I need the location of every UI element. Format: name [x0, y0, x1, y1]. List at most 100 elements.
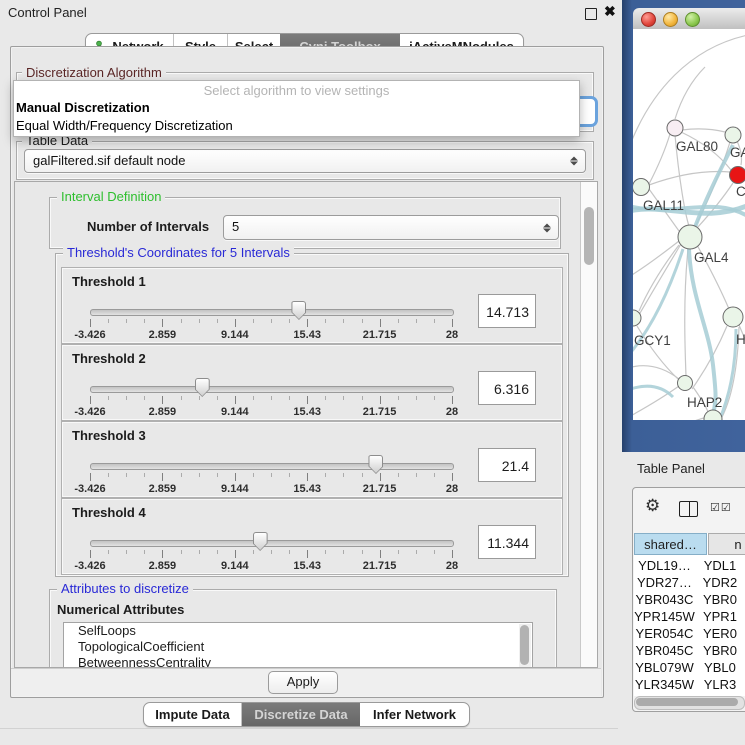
threshold-label: Threshold 3 [72, 428, 146, 443]
number-of-intervals-combobox[interactable]: 5 [223, 215, 559, 240]
node-label: HAP2 [687, 395, 722, 410]
table-rows: YDL19…YDL1YDR27…YDR2YBR043CYBR0YPR145WYP… [634, 557, 745, 696]
algorithm-group-title: Discretization Algorithm [22, 66, 166, 79]
slider-thumb[interactable] [291, 301, 306, 320]
attributes-list-scrollbar[interactable] [519, 624, 531, 667]
scrollbar-thumb[interactable] [636, 698, 738, 706]
network-edge [692, 326, 727, 389]
node-label: GAL80 [676, 139, 718, 154]
minimize-traffic-light[interactable] [663, 12, 678, 27]
panel-title: Control Panel [8, 5, 87, 20]
threshold-value-box[interactable]: 14.713 [478, 294, 536, 328]
spinner-arrows-icon [570, 157, 578, 166]
dropdown-hint: Select algorithm to view settings [14, 81, 579, 99]
tab-label: Impute Data [155, 707, 229, 722]
table-row[interactable]: YBL079WYBL0 [634, 659, 745, 676]
settings-scrollpane: Interval Definition Number of Intervals … [14, 181, 598, 668]
node-label: GA [730, 145, 745, 160]
spinner-arrows-icon [543, 223, 551, 232]
table-row[interactable]: YLR345WYLR3 [634, 676, 745, 693]
checkbox-icons[interactable]: ☑☑ [710, 501, 732, 514]
tab-discretize-data[interactable]: Discretize Data [242, 703, 360, 726]
slider-track[interactable] [90, 386, 454, 393]
node-label: C [736, 184, 745, 199]
slider-thumb[interactable] [368, 455, 383, 474]
network-edge [649, 134, 670, 184]
network-canvas[interactable]: GAL80GACGAL11GAL4GCY1HHAP2 [633, 29, 745, 420]
numerical-attributes-label: Numerical Attributes [57, 602, 184, 617]
float-window-icon[interactable] [585, 8, 597, 20]
dropdown-option-manual[interactable]: Manual Discretization [14, 99, 579, 117]
network-node[interactable] [725, 127, 741, 143]
number-of-intervals-label: Number of Intervals [87, 219, 209, 234]
table-row[interactable]: YDL19…YDL1 [634, 557, 745, 574]
table-row[interactable]: YPR145WYPR1 [634, 608, 745, 625]
network-edge [675, 67, 705, 119]
slider-track[interactable] [90, 463, 454, 470]
network-node[interactable] [633, 179, 650, 196]
dropdown-option-equal-width[interactable]: Equal Width/Frequency Discretization [14, 117, 579, 135]
thresholds-group-title: Threshold's Coordinates for 5 Intervals [63, 246, 294, 259]
column-header-shared-name[interactable]: shared… [634, 533, 707, 555]
network-node[interactable] [730, 167, 745, 184]
network-node[interactable] [678, 225, 702, 249]
slider-thumb[interactable] [195, 378, 210, 397]
threshold-value-box[interactable]: 11.344 [478, 525, 536, 559]
table-panel-title: Table Panel [637, 461, 705, 476]
threshold-label: Threshold 1 [72, 274, 146, 289]
network-node[interactable] [667, 120, 683, 136]
cyni-bottom-tabbar: Impute Data Discretize Data Infer Networ… [143, 702, 470, 727]
column-header-name[interactable]: n [708, 533, 745, 555]
threshold-panel: Threshold 4 -3.4262.8599.14415.4321.7152… [61, 498, 563, 575]
vertical-scrollbar[interactable] [580, 182, 597, 667]
network-edge [633, 386, 679, 419]
columns-icon[interactable] [679, 501, 698, 517]
scrollbar-thumb[interactable] [584, 207, 594, 265]
network-edge [685, 249, 688, 376]
slider-track[interactable] [90, 540, 454, 547]
interval-definition-title: Interval Definition [57, 190, 165, 203]
table-row[interactable]: YDR27…YDR2 [634, 574, 745, 591]
table-data-combobox[interactable]: galFiltered.sif default node [24, 149, 586, 173]
node-label: GAL11 [643, 198, 684, 213]
attributes-list[interactable]: SelfLoopsTopologicalCoefficientBetweenne… [63, 622, 533, 668]
close-traffic-light[interactable] [641, 12, 656, 27]
list-item[interactable]: TopologicalCoefficient [64, 639, 532, 655]
table-row[interactable]: YBR045CYBR0 [634, 642, 745, 659]
attributes-group-title: Attributes to discretize [57, 582, 193, 595]
network-canvas-svg: GAL80GACGAL11GAL4GCY1HHAP2 [633, 29, 745, 420]
node-label: GAL4 [694, 250, 729, 265]
number-of-intervals-value: 5 [232, 219, 239, 234]
threshold-value-box[interactable]: 6.316 [478, 371, 536, 405]
tab-label: Infer Network [373, 707, 456, 722]
network-edge [633, 417, 707, 420]
threshold-label: Threshold 4 [72, 505, 146, 520]
horizontal-scrollbar[interactable] [634, 696, 745, 710]
table-row[interactable]: YER054CYER0 [634, 625, 745, 642]
screen: Control Panel ✖ Network Style Select Cyn… [0, 0, 745, 745]
close-icon[interactable]: ✖ [604, 3, 616, 20]
threshold-panel: Threshold 3 -3.4262.8599.14415.4321.7152… [61, 421, 563, 498]
slider-thumb[interactable] [253, 532, 268, 551]
list-item[interactable]: SelfLoops [64, 623, 532, 639]
node-label: H [736, 332, 745, 347]
threshold-panel: Threshold 2 -3.4262.8599.14415.4321.7152… [61, 344, 563, 421]
threshold-panel: Threshold 1 -3.4262.8599.14415.4321.7152… [61, 267, 563, 344]
apply-button[interactable]: Apply [268, 671, 338, 694]
network-node[interactable] [704, 410, 722, 420]
zoom-traffic-light[interactable] [685, 12, 700, 27]
table-data-value: galFiltered.sif default node [33, 153, 185, 168]
tab-impute-data[interactable]: Impute Data [144, 703, 242, 726]
threshold-value-box[interactable]: 21.4 [478, 448, 536, 482]
tab-infer-network[interactable]: Infer Network [360, 703, 469, 726]
tab-label: Discretize Data [254, 707, 347, 722]
slider-track[interactable] [90, 309, 454, 316]
algorithm-dropdown-popup: Select algorithm to view settings Manual… [13, 80, 580, 137]
threshold-label: Threshold 2 [72, 351, 146, 366]
table-row[interactable]: YBR043CYBR0 [634, 591, 745, 608]
network-node[interactable] [678, 376, 693, 391]
network-node[interactable] [723, 307, 743, 327]
network-window-titlebar[interactable] [633, 8, 745, 30]
gear-icon[interactable]: ⚙ [645, 497, 660, 514]
list-item[interactable]: BetweennessCentrality [64, 655, 532, 668]
